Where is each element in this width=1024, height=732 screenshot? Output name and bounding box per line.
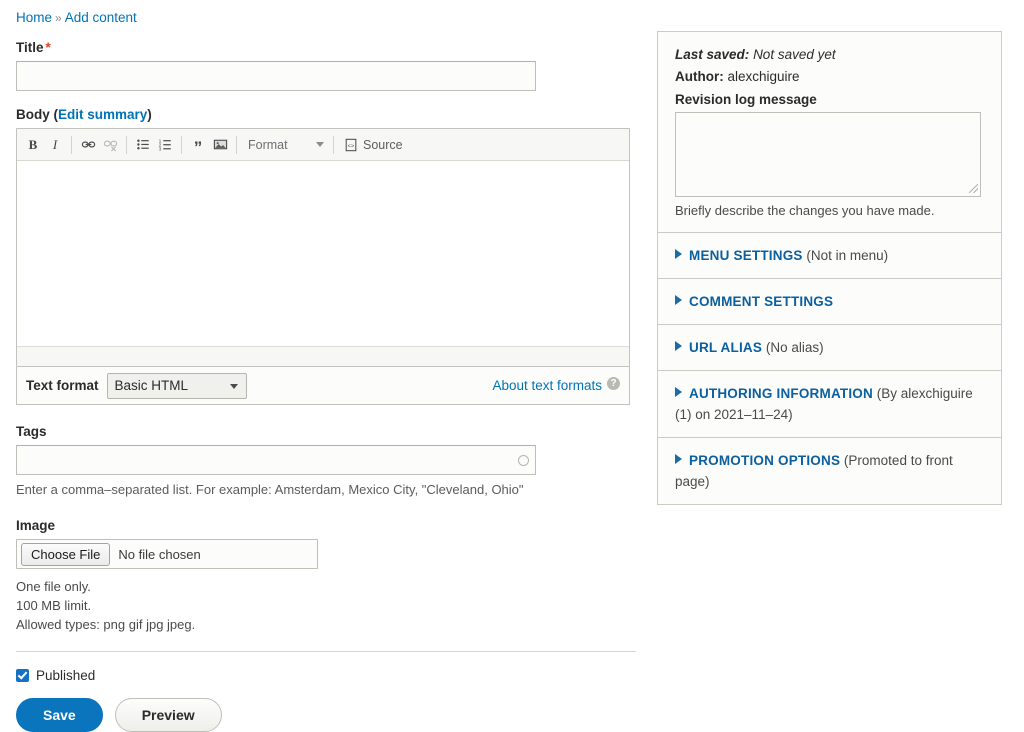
last-saved-label: Last saved: — [675, 47, 749, 62]
format-dropdown[interactable]: Format — [242, 134, 328, 156]
toolbar-separator — [181, 136, 182, 154]
chevron-right-icon — [675, 249, 682, 259]
bulleted-list-icon[interactable] — [132, 134, 154, 156]
chevron-right-icon — [675, 341, 682, 351]
revision-log-description: Briefly describe the changes you have ma… — [675, 203, 984, 218]
image-description-line: 100 MB limit. — [16, 596, 636, 615]
author-value: alexchiguire — [728, 69, 800, 84]
body-label-text: Body — [16, 107, 50, 122]
bold-icon[interactable]: B — [22, 134, 44, 156]
editor-toolbar: B I — [17, 129, 629, 161]
text-format-right: About text formats ? — [492, 377, 620, 394]
image-file-input[interactable]: Choose File No file chosen — [16, 539, 318, 569]
text-format-select-wrap: Basic HTML — [107, 373, 247, 399]
chevron-right-icon — [675, 295, 682, 305]
section-summary: (Not in menu) — [806, 248, 888, 263]
node-meta-sidebar: Last saved: Not saved yet Author: alexch… — [657, 31, 1002, 505]
numbered-list-icon[interactable]: 1 2 3 — [154, 134, 176, 156]
body-content-area[interactable] — [17, 161, 629, 346]
toolbar-separator — [126, 136, 127, 154]
image-field-label: Image — [16, 518, 636, 534]
about-text-formats-link[interactable]: About text formats — [492, 378, 602, 393]
breadcrumb: Home»Add content — [16, 10, 137, 26]
image-icon[interactable] — [209, 134, 231, 156]
section-title: Promotion options — [689, 453, 840, 468]
chevron-right-icon — [675, 387, 682, 397]
author-line: Author: alexchiguire — [675, 66, 984, 88]
tags-field-label: Tags — [16, 424, 636, 440]
italic-icon[interactable]: I — [44, 134, 66, 156]
sidebar-section-authoring-information[interactable]: Authoring information (By alexchiguire (… — [657, 371, 1002, 438]
source-button-label: Source — [363, 138, 403, 152]
image-label-text: Image — [16, 518, 55, 533]
sidebar-section-menu-settings[interactable]: Menu settings (Not in menu) — [657, 233, 1002, 279]
unlink-icon[interactable] — [99, 134, 121, 156]
toolbar-separator — [236, 136, 237, 154]
chevron-down-icon — [316, 142, 324, 147]
body-editor: B I — [16, 128, 630, 367]
edit-summary-link[interactable]: Edit summary — [58, 107, 147, 122]
section-title: Comment settings — [689, 294, 833, 309]
main-form-column: Title* Body (Edit summary) B I — [16, 40, 636, 732]
body-field-label: Body (Edit summary) — [16, 107, 636, 123]
editor-status-bar — [17, 346, 629, 366]
add-content-page: Home»Add content Title* Body (Edit summa… — [0, 0, 1024, 715]
actions-divider — [16, 651, 636, 652]
title-required-marker: * — [44, 40, 51, 55]
tags-description: Enter a comma–separated list. For exampl… — [16, 481, 636, 498]
help-icon[interactable]: ? — [607, 377, 620, 390]
section-title: Authoring information — [689, 386, 873, 401]
autocomplete-throbber-icon — [518, 455, 529, 466]
choose-file-button[interactable]: Choose File — [21, 543, 110, 566]
breadcrumb-item-add-content[interactable]: Add content — [65, 10, 137, 25]
image-description-line: One file only. — [16, 577, 636, 596]
title-input[interactable] — [16, 61, 536, 91]
body-paren-close: ) — [147, 107, 152, 122]
published-row: Published — [16, 668, 636, 683]
section-title: URL alias — [689, 340, 762, 355]
title-label-text: Title — [16, 40, 44, 55]
image-descriptions: One file only. 100 MB limit. Allowed typ… — [16, 577, 636, 634]
blockquote-icon[interactable]: ” — [187, 131, 209, 159]
text-format-select[interactable]: Basic HTML — [107, 373, 247, 399]
title-field-label: Title* — [16, 40, 636, 56]
source-button[interactable]: <> Source — [339, 134, 408, 156]
meta-summary-box: Last saved: Not saved yet Author: alexch… — [657, 31, 1002, 233]
file-status-text: No file chosen — [110, 547, 200, 562]
svg-text:3: 3 — [158, 146, 161, 152]
tags-input-wrap — [16, 445, 538, 475]
chevron-right-icon — [675, 454, 682, 464]
revision-log-label: Revision log message — [675, 92, 984, 107]
format-dropdown-label: Format — [248, 138, 288, 152]
published-checkbox[interactable] — [16, 669, 29, 682]
published-label: Published — [36, 668, 95, 683]
section-title: Menu settings — [689, 248, 803, 263]
toolbar-separator — [333, 136, 334, 154]
revision-textarea-wrap — [675, 112, 981, 197]
author-label: Author: — [675, 69, 724, 84]
image-description-line: Allowed types: png gif jpg jpeg. — [16, 615, 636, 634]
text-format-bar: Text format Basic HTML About text format… — [16, 367, 630, 405]
form-actions: Save Preview — [16, 698, 636, 732]
last-saved-line: Last saved: Not saved yet — [675, 44, 984, 66]
breadcrumb-separator: » — [52, 11, 65, 25]
text-format-label: Text format — [26, 378, 99, 393]
sidebar-section-promotion-options[interactable]: Promotion options (Promoted to front pag… — [657, 438, 1002, 505]
breadcrumb-item-home[interactable]: Home — [16, 10, 52, 25]
tags-input[interactable] — [16, 445, 536, 475]
tags-label-text: Tags — [16, 424, 47, 439]
svg-text:<>: <> — [348, 142, 355, 149]
toolbar-separator — [71, 136, 72, 154]
last-saved-value: Not saved yet — [753, 47, 836, 62]
revision-log-textarea[interactable] — [675, 112, 981, 197]
sidebar-section-url-alias[interactable]: URL alias (No alias) — [657, 325, 1002, 371]
section-summary: (No alias) — [766, 340, 824, 355]
text-format-left: Text format Basic HTML — [26, 373, 247, 399]
link-icon[interactable] — [77, 134, 99, 156]
preview-button[interactable]: Preview — [115, 698, 222, 732]
save-button[interactable]: Save — [16, 698, 103, 732]
sidebar-section-comment-settings[interactable]: Comment settings — [657, 279, 1002, 325]
